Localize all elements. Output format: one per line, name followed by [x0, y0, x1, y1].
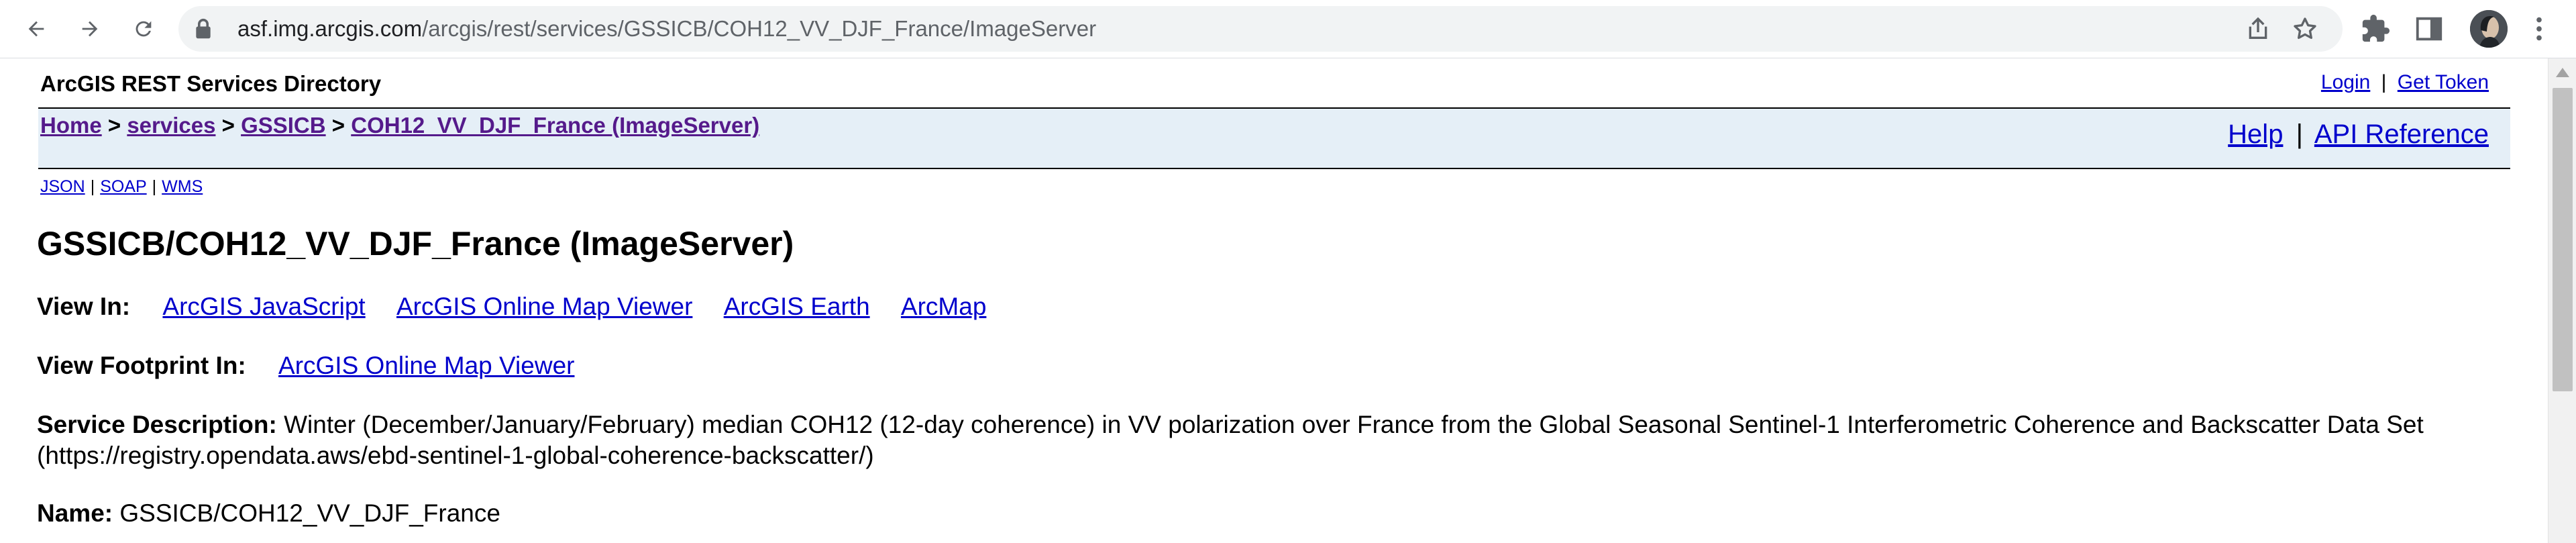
description-label: Service Description: [37, 411, 277, 438]
name-value: GSSICB/COH12_VV_DJF_France [119, 499, 500, 527]
name-row: Name: GSSICB/COH12_VV_DJF_France [37, 499, 500, 528]
login-link[interactable]: Login [2321, 71, 2370, 93]
address-bar[interactable]: asf.img.arcgis.com/arcgis/rest/services/… [178, 6, 2343, 52]
profile-avatar[interactable] [2470, 10, 2508, 48]
separator: | [90, 177, 95, 196]
browser-toolbar: asf.img.arcgis.com/arcgis/rest/services/… [0, 0, 2576, 58]
auth-links: Login | Get Token [2321, 71, 2489, 94]
view-in-row: View In: ArcGIS JavaScript ArcGIS Online… [37, 293, 986, 321]
scrollbar-thumb[interactable] [2553, 88, 2573, 391]
wms-link[interactable]: WMS [162, 177, 203, 196]
separator: | [152, 177, 157, 196]
scroll-up-icon[interactable] [2556, 68, 2569, 77]
service-heading: GSSICB/COH12_VV_DJF_France (ImageServer) [37, 225, 794, 262]
breadcrumb-separator: > [107, 113, 121, 138]
soap-link[interactable]: SOAP [100, 177, 146, 196]
service-description: Service Description: Winter (December/Ja… [37, 409, 2452, 471]
name-label: Name: [37, 499, 113, 527]
navigation-bar: Home > services > GSSICB > COH12_VV_DJF_… [38, 107, 2510, 169]
reload-icon[interactable] [123, 8, 164, 50]
extensions-icon[interactable] [2360, 13, 2391, 44]
lock-icon[interactable] [193, 18, 213, 40]
share-icon[interactable] [2245, 15, 2271, 42]
format-links: JSON | SOAP | WMS [40, 177, 203, 197]
footprint-row: View Footprint In: ArcGIS Online Map Vie… [37, 352, 574, 380]
footprint-map-viewer-link[interactable]: ArcGIS Online Map Viewer [278, 352, 574, 379]
view-in-label: View In: [37, 293, 131, 320]
page-title: ArcGIS REST Services Directory [40, 71, 382, 96]
breadcrumb-home[interactable]: Home [40, 113, 102, 138]
breadcrumb-separator: > [221, 113, 235, 138]
footprint-label: View Footprint In: [37, 352, 246, 379]
json-link[interactable]: JSON [40, 177, 85, 196]
help-link[interactable]: Help [2228, 119, 2283, 149]
star-icon[interactable] [2292, 15, 2318, 42]
breadcrumb-separator: > [331, 113, 345, 138]
url-text[interactable]: asf.img.arcgis.com/arcgis/rest/services/… [237, 6, 1096, 52]
arcmap-link[interactable]: ArcMap [901, 293, 986, 320]
arcgis-javascript-link[interactable]: ArcGIS JavaScript [162, 293, 365, 320]
breadcrumb-folder[interactable]: GSSICB [241, 113, 326, 138]
separator: | [2296, 119, 2303, 149]
page-scrollbar[interactable] [2548, 58, 2576, 543]
description-text: Winter (December/January/February) media… [37, 411, 2424, 469]
get-token-link[interactable]: Get Token [2398, 71, 2489, 93]
separator: | [2381, 71, 2387, 93]
breadcrumb: Home > services > GSSICB > COH12_VV_DJF_… [40, 113, 759, 138]
api-reference-link[interactable]: API Reference [2314, 119, 2489, 149]
back-icon[interactable] [16, 8, 56, 50]
breadcrumb-current[interactable]: COH12_VV_DJF_France (ImageServer) [351, 113, 759, 138]
breadcrumb-services[interactable]: services [127, 113, 215, 138]
arcgis-earth-link[interactable]: ArcGIS Earth [724, 293, 870, 320]
help-links: Help | API Reference [2228, 119, 2489, 150]
sidepanel-icon[interactable] [2414, 13, 2445, 44]
forward-icon[interactable] [70, 8, 110, 50]
arcgis-online-map-viewer-link[interactable]: ArcGIS Online Map Viewer [396, 293, 692, 320]
menu-icon[interactable] [2524, 13, 2555, 44]
